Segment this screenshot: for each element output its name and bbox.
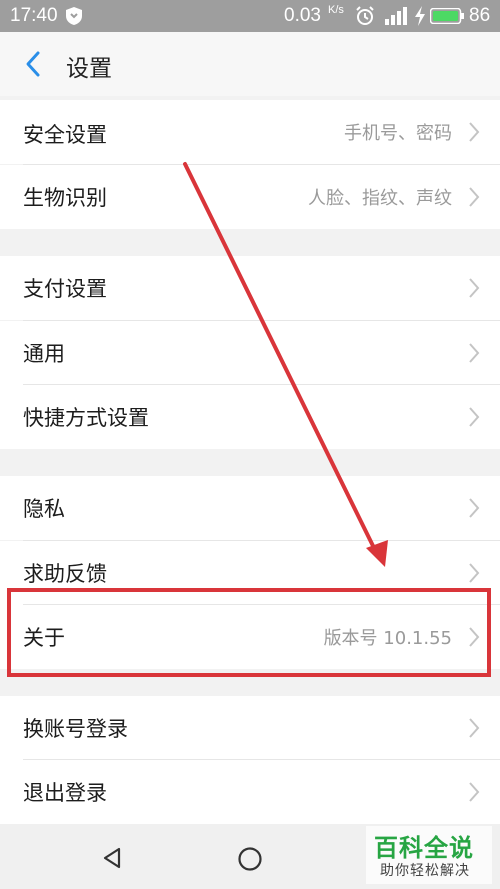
settings-item-about[interactable]: 关于 版本号 10.1.55: [0, 605, 500, 669]
status-bar: 17:40 0.03 K/s 86: [0, 0, 500, 32]
chevron-right-icon: [469, 627, 480, 647]
chevron-left-icon[interactable]: [22, 49, 44, 79]
settings-item-general[interactable]: 通用: [0, 321, 500, 385]
chevron-right-icon: [469, 122, 480, 142]
nav-back-icon[interactable]: [100, 846, 124, 870]
battery-icon: [430, 8, 464, 24]
watermark: 百科全说 助你轻松解决: [366, 826, 492, 884]
settings-item-switch-account[interactable]: 换账号登录: [0, 696, 500, 760]
settings-item-privacy[interactable]: 隐私: [0, 476, 500, 540]
settings-item-logout[interactable]: 退出登录: [0, 760, 500, 824]
settings-item-shortcuts[interactable]: 快捷方式设置: [0, 385, 500, 449]
battery-percent: 86: [469, 5, 491, 26]
charging-icon: [415, 6, 425, 26]
status-time: 17:40: [10, 5, 58, 26]
network-speed: 0.03: [284, 5, 321, 26]
chevron-right-icon: [469, 782, 480, 802]
watermark-title: 百科全说: [374, 834, 474, 862]
settings-item-value: 人脸、指纹、声纹: [308, 188, 452, 209]
chevron-right-icon: [469, 718, 480, 738]
settings-item-label: 快捷方式设置: [23, 406, 149, 430]
settings-item-payment[interactable]: 支付设置: [0, 256, 500, 320]
chevron-right-icon: [469, 187, 480, 207]
chevron-right-icon: [469, 343, 480, 363]
network-speed-unit: K/s: [328, 4, 344, 16]
settings-item-biometrics[interactable]: 生物识别 人脸、指纹、声纹: [0, 165, 500, 229]
alarm-icon: [356, 6, 374, 25]
settings-item-label: 支付设置: [23, 277, 107, 301]
chevron-right-icon: [469, 563, 480, 583]
shield-icon: [66, 7, 82, 25]
settings-item-value: 版本号 10.1.55: [323, 628, 452, 649]
settings-item-label: 隐私: [23, 497, 65, 521]
settings-item-feedback[interactable]: 求助反馈: [0, 541, 500, 605]
chevron-right-icon: [469, 407, 480, 427]
settings-item-security[interactable]: 安全设置 手机号、密码: [0, 100, 500, 164]
nav-home-icon[interactable]: [237, 846, 263, 872]
settings-item-label: 求助反馈: [23, 562, 107, 586]
settings-item-label: 生物识别: [23, 186, 107, 210]
chevron-right-icon: [469, 498, 480, 518]
signal-icon: [385, 7, 407, 25]
settings-item-label: 关于: [23, 626, 65, 650]
page-title: 设置: [66, 56, 112, 82]
settings-item-label: 换账号登录: [23, 717, 128, 741]
settings-item-label: 通用: [23, 342, 65, 366]
settings-item-label: 退出登录: [23, 781, 107, 805]
app-header: 设置: [0, 32, 500, 96]
watermark-subtitle: 助你轻松解决: [380, 863, 470, 879]
settings-item-value: 手机号、密码: [344, 123, 452, 144]
chevron-right-icon: [469, 278, 480, 298]
settings-item-label: 安全设置: [23, 123, 107, 147]
